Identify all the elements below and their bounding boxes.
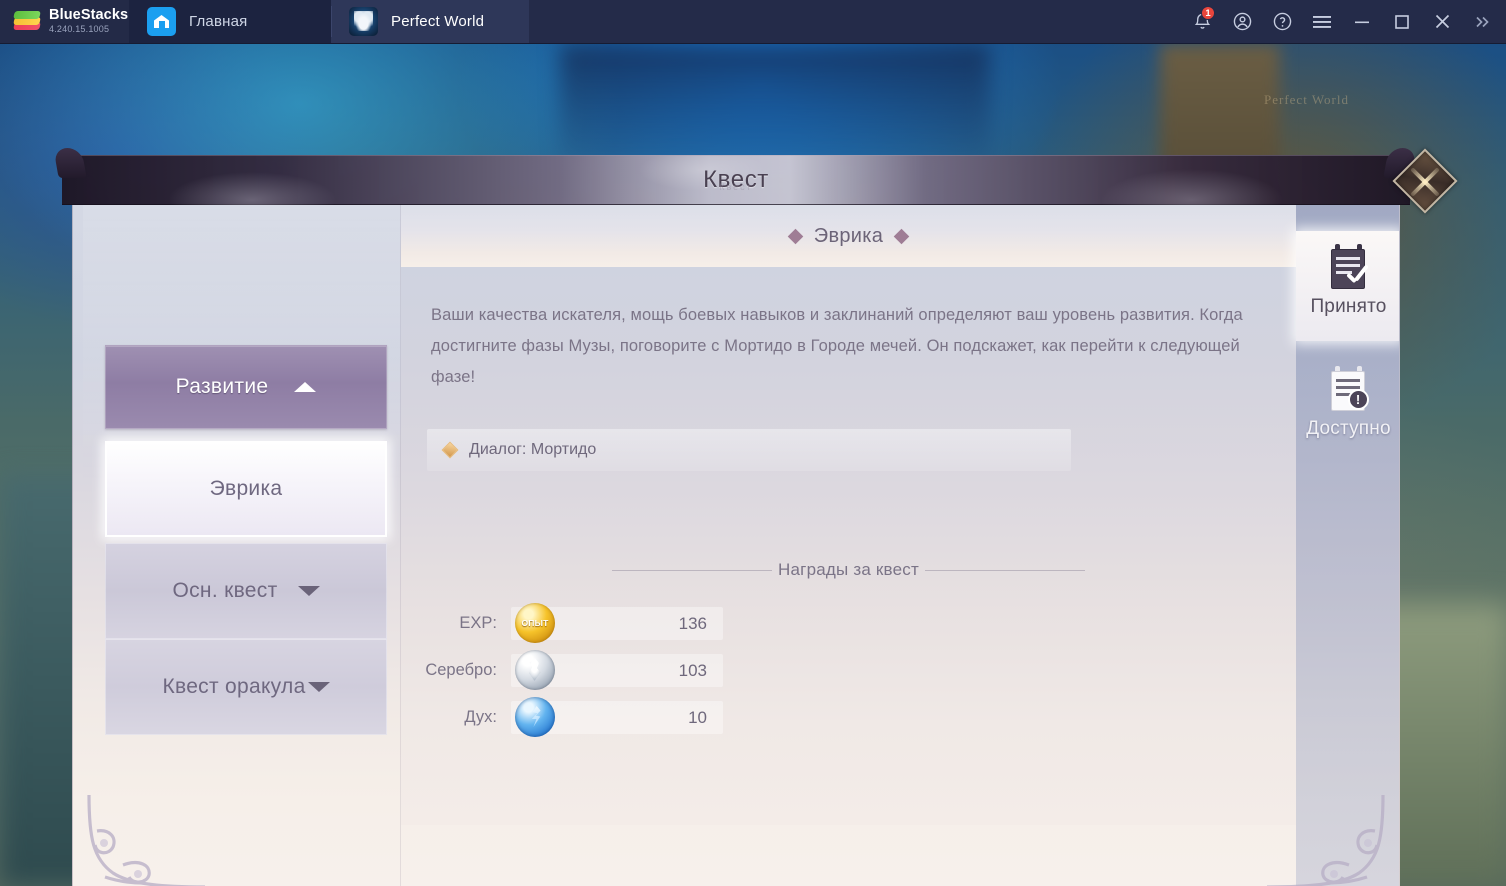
exp-coin-icon: ОПЫТ [515, 603, 555, 643]
account-button[interactable] [1222, 0, 1262, 44]
reward-row-exp: EXP: ОПЫТ 136 [401, 603, 723, 643]
close-icon [1435, 14, 1449, 29]
tab-home-label: Главная [189, 13, 248, 30]
minimize-button[interactable] [1342, 0, 1382, 44]
quest-description: Ваши качества искателя, мощь боевых навы… [431, 306, 1243, 386]
chevron-up-icon [294, 382, 317, 392]
reward-value-box-silver: 103 [511, 650, 723, 690]
brand-name: BlueStacks [49, 7, 129, 23]
double-chevron-right-icon [1476, 16, 1489, 27]
reward-label-spirit: Дух: [464, 708, 497, 726]
reward-value-box-exp: ОПЫТ 136 [511, 603, 723, 643]
tab-perfect-world-label: Perfect World [391, 13, 485, 30]
reward-value-spirit: 10 [688, 707, 707, 727]
maximize-button[interactable] [1382, 0, 1422, 44]
reward-value-exp: 136 [678, 613, 707, 633]
menu-button[interactable] [1302, 0, 1342, 44]
titlebar-actions: 1 [1182, 0, 1506, 43]
sidebar-item-evrika[interactable]: Эврика [105, 441, 387, 537]
brand-version: 4.240.15.1005 [49, 24, 110, 34]
notification-badge: 1 [1201, 5, 1215, 20]
maximize-icon [1395, 14, 1409, 29]
bluestacks-titlebar: BlueStacks 4.240.15.1005 Главная Perfect… [0, 0, 1506, 44]
sidebar-item-evrika-label: Эврика [209, 477, 283, 500]
tab-available-label: Доступно [1306, 418, 1391, 439]
bluestacks-brand: BlueStacks 4.240.15.1005 [0, 0, 129, 43]
quest-objective-text: Диалог: Мортидо [469, 441, 597, 458]
spirit-orb-icon [515, 697, 555, 737]
tab-accepted-label: Принято [1310, 296, 1387, 317]
diamond-left-icon [787, 228, 804, 244]
notifications-button[interactable]: 1 [1182, 0, 1222, 44]
scroll-exclaim-icon: ! [1326, 365, 1372, 415]
game-tiger-icon [349, 7, 378, 36]
reward-label-silver: Серебро: [425, 661, 497, 679]
quest-window-title-shadow: Квест [719, 182, 753, 192]
exp-coin-icon-text: ОПЫТ [521, 618, 549, 628]
quest-detail-body: Ваши качества искателя, мощь боевых навы… [401, 267, 1296, 825]
hamburger-icon [1313, 15, 1331, 28]
sidebar-item-kvest-orakula[interactable]: Квест оракула [105, 639, 387, 735]
reward-value-box-spirit: 10 [511, 697, 723, 737]
tab-available[interactable]: ! Доступно [1296, 353, 1399, 463]
question-circle-icon [1273, 12, 1291, 31]
expand-button[interactable] [1462, 0, 1502, 44]
reward-row-silver: Серебро: 103 [401, 650, 723, 690]
quest-detail-panel: Эврика Ваши качества искателя, мощь боев… [401, 205, 1296, 825]
scroll-check-icon [1326, 243, 1372, 293]
sidebar-item-kvest-orakula-label: Квест оракула [162, 675, 306, 698]
quest-rewards-section: Награды за квест EXP: ОПЫТ 136 Серебро: … [401, 557, 1296, 737]
close-window-button[interactable] [1422, 0, 1462, 44]
quest-status-tabs: Принято ! Доступно [1296, 205, 1399, 886]
sidebar-item-razvitie[interactable]: Развитие [105, 345, 387, 429]
reward-label-exp: EXP: [459, 614, 497, 632]
tab-accepted[interactable]: Принято [1296, 231, 1399, 341]
silver-coin-icon [515, 650, 555, 690]
objective-diamond-icon [441, 441, 459, 459]
quest-name-header: Эврика [401, 205, 1296, 267]
sidebar-item-osn-kvest-label: Осн. квест [172, 579, 278, 602]
home-icon [147, 7, 176, 36]
chevron-down-icon [297, 586, 320, 596]
rewards-rule-left [612, 569, 773, 571]
quest-rewards-header: Награды за квест [401, 557, 1296, 583]
titlebar-spacer [529, 0, 1182, 43]
diamond-right-icon [893, 228, 910, 244]
quest-window-close-button[interactable] [1392, 148, 1458, 214]
close-x-icon [1394, 150, 1456, 212]
reward-value-silver: 103 [678, 660, 707, 680]
quest-window-body: Развитие Эврика Осн. квест Квест оракула… [72, 205, 1400, 886]
tab-perfect-world[interactable]: Perfect World [331, 0, 529, 43]
bluestacks-logo-icon [13, 10, 41, 34]
minimize-icon [1355, 21, 1369, 23]
reward-row-spirit: Дух: 10 [401, 697, 723, 737]
quest-rewards-title: Награды за квест [778, 560, 919, 579]
quest-objective-row[interactable]: Диалог: Мортидо [427, 429, 1071, 471]
quest-window: Квест Квест Развитие Эврика Осн. квест К… [53, 110, 1458, 886]
sidebar-item-razvitie-label: Развитие [175, 375, 269, 398]
sidebar-item-osn-kvest[interactable]: Осн. квест [105, 543, 387, 639]
tab-home[interactable]: Главная [129, 0, 331, 43]
quest-window-title: Квест [703, 166, 769, 193]
quest-category-sidebar: Развитие Эврика Осн. квест Квест оракула [83, 205, 401, 886]
chevron-down-icon [307, 682, 330, 692]
user-circle-icon [1233, 12, 1251, 31]
game-viewport: Perfect World Квест Квест Развитие Эврик… [0, 44, 1506, 886]
help-button[interactable] [1262, 0, 1302, 44]
rewards-rule-right [924, 569, 1085, 571]
quest-name: Эврика [813, 224, 884, 247]
